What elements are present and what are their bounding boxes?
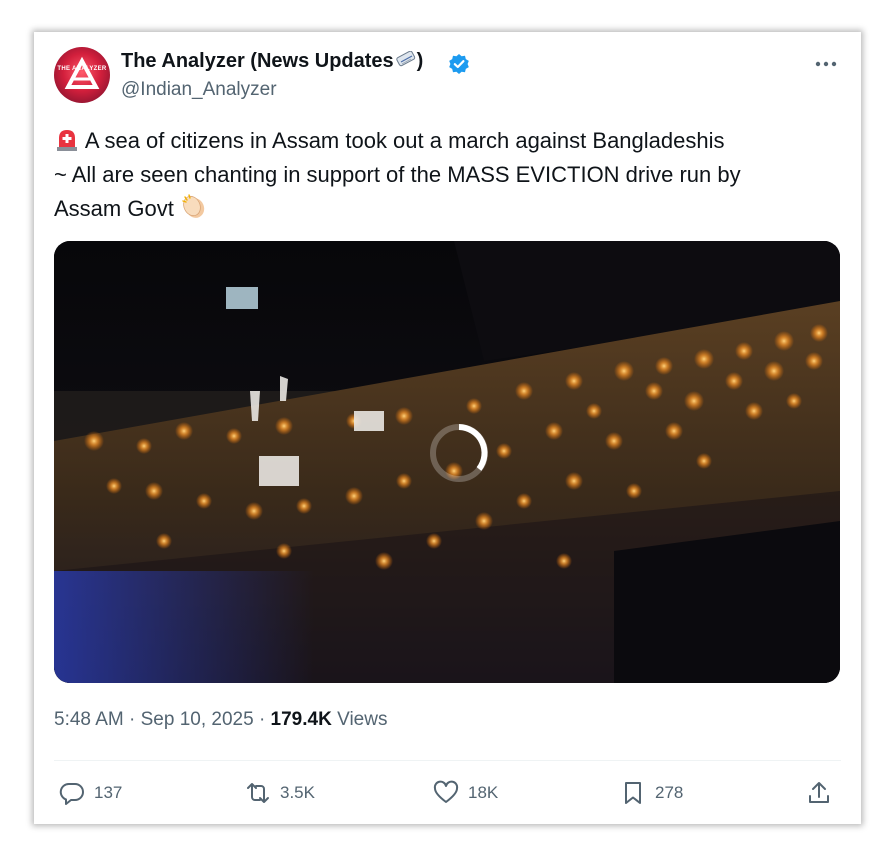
tweet-text-line-1-text: A sea of citizens in Assam took out a ma… [84,128,725,153]
reply-icon [59,782,84,805]
like-button[interactable]: 18K [432,777,498,809]
analyzer-logo-icon [64,56,100,89]
newspaper-icon [395,51,415,67]
tweet-text-line-2: ~ All are seen chanting in support of th… [54,162,741,187]
action-bar: 137 3.5K 18K 278 [34,777,861,809]
tweet-text-line-3: Assam Govt [54,192,824,226]
tweet-card: THE ANALYZER The Analyzer (News Updates … [34,32,861,824]
repost-icon [247,783,269,803]
reply-count: 137 [94,783,123,802]
tweet-meta: 5:48 AM · Sep 10, 2025 · 179.4K Views [54,709,387,731]
meta-separator: · [129,709,136,730]
reply-button[interactable]: 137 [58,777,122,809]
author-handle[interactable]: @Indian_Analyzer [121,79,277,101]
like-count: 18K [468,783,499,802]
tweet-text-line-3-text: Assam Govt [54,196,174,221]
heart-icon [433,780,459,803]
bookmark-button[interactable]: 278 [619,777,683,809]
tweet-text: A sea of citizens in Assam took out a ma… [54,124,824,226]
meta-separator-2: · [258,709,266,730]
share-button[interactable] [805,777,833,809]
video-player[interactable] [54,241,840,683]
verified-badge-icon[interactable] [448,53,470,75]
author-name[interactable]: The Analyzer (News Updates ) [121,50,423,73]
tweet-text-line-1: A sea of citizens in Assam took out a ma… [54,124,824,158]
views-count: 179.4K [270,709,332,730]
repost-button[interactable]: 3.5K [244,777,315,809]
avatar-text: THE ANALYZER [57,66,107,72]
views-label: Views [337,709,388,730]
more-options-icon[interactable] [814,58,838,70]
author-name-suffix: ) [416,50,424,72]
author-name-text: The Analyzer (News Updates [121,50,394,72]
rotating-light-icon [57,130,77,151]
divider [54,760,841,761]
loading-spinner-icon [430,424,488,482]
clapping-hands-icon [182,194,205,218]
repost-count: 3.5K [280,783,315,802]
tweet-time[interactable]: 5:48 AM [54,709,124,730]
share-icon [809,782,829,803]
bookmark-count: 278 [655,783,684,802]
tweet-date[interactable]: Sep 10, 2025 [141,709,254,730]
author-avatar[interactable]: THE ANALYZER [54,47,110,103]
bookmark-icon [625,782,641,804]
